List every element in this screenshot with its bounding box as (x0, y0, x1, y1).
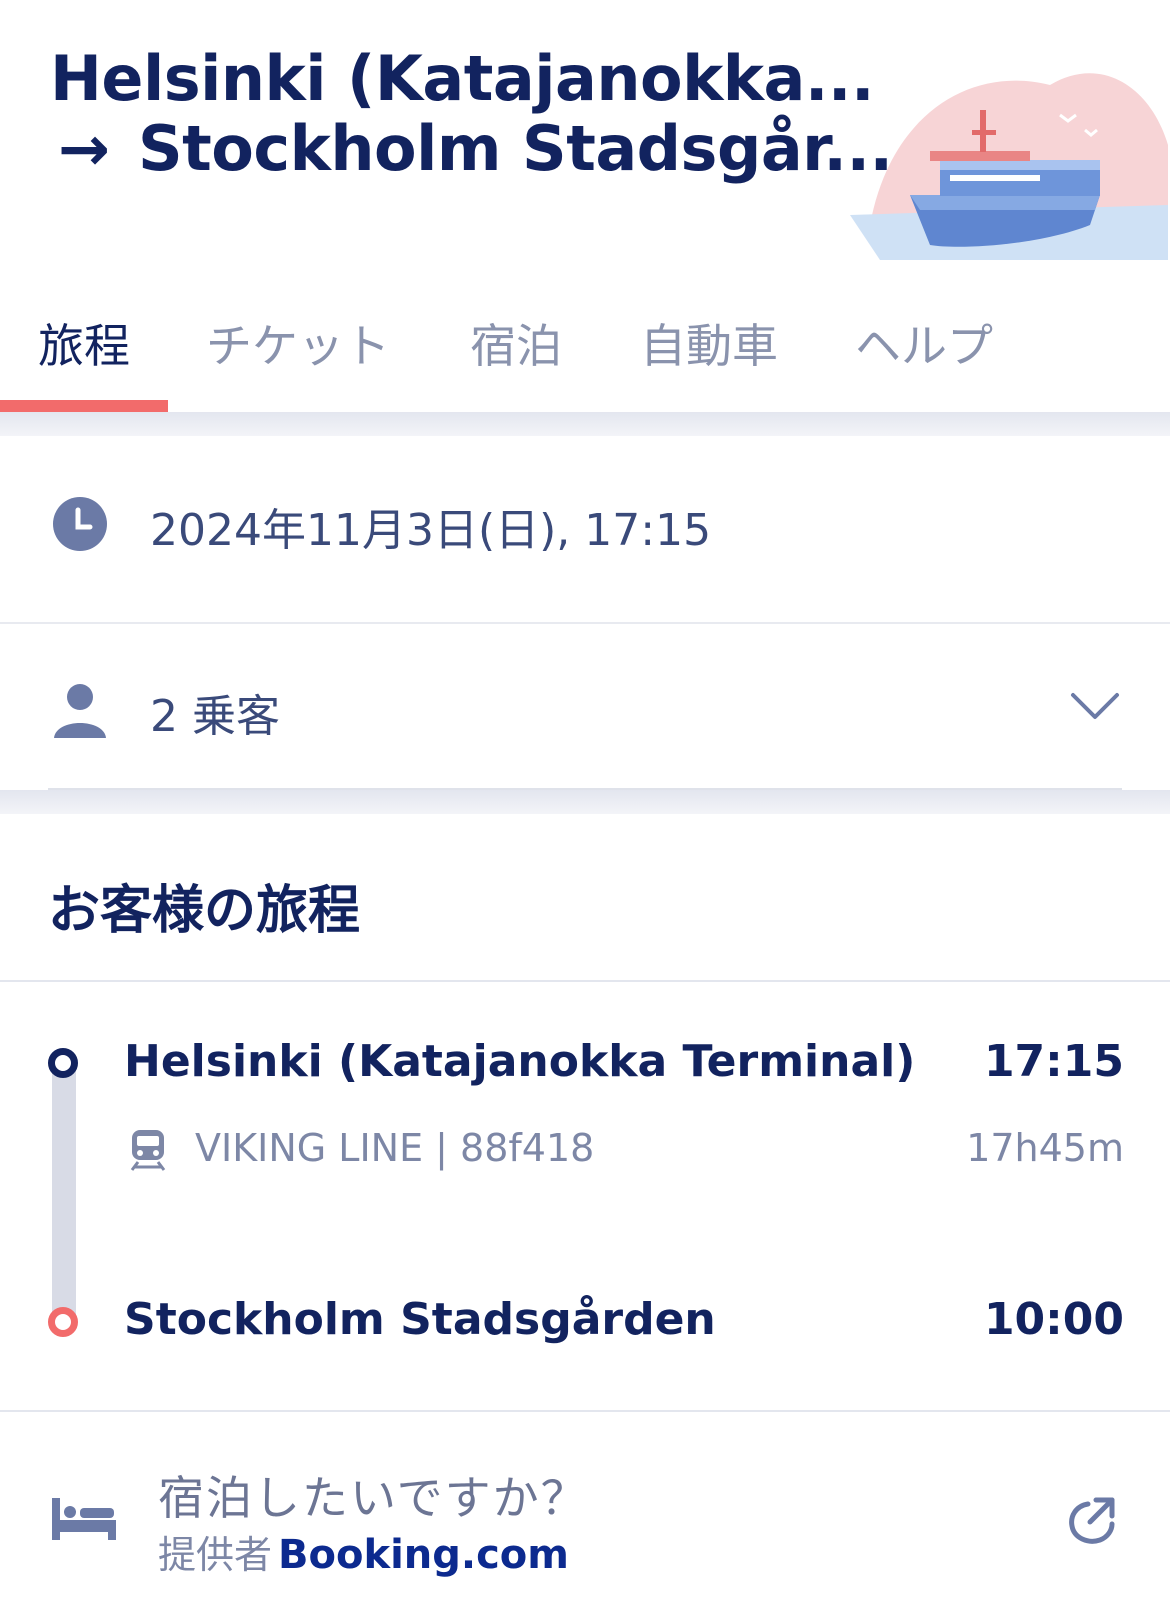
arrow-right-icon: → (58, 112, 110, 185)
arrival-marker-icon (48, 1307, 78, 1337)
booking-brand[interactable]: Booking.com (278, 1532, 569, 1578)
destination-label: Stockholm Stadsgår... (138, 112, 893, 185)
clock-icon (53, 497, 107, 551)
trip-duration: 17h45m (966, 1126, 1124, 1170)
timeline-line (52, 1060, 76, 1320)
external-link-icon[interactable] (1066, 1494, 1118, 1546)
itinerary-title: お客様の旅程 (48, 881, 361, 941)
stay-provider: 提供者 Booking.com (158, 1524, 569, 1579)
ferry-illustration (850, 73, 1168, 260)
route-destination-title: → Stockholm Stadsgår... (58, 112, 893, 185)
chevron-down-icon[interactable] (1070, 690, 1120, 722)
departure-stop-name: Helsinki (Katajanokka Terminal) (124, 1036, 916, 1087)
section-separator (0, 412, 1170, 436)
train-icon (130, 1130, 166, 1171)
section-separator (0, 790, 1170, 814)
departure-marker-icon (48, 1048, 78, 1078)
active-tab-indicator (0, 400, 168, 412)
passenger-count: 2 乗客 (150, 691, 280, 742)
tab-itinerary[interactable]: 旅程 (38, 310, 130, 376)
operator-info: VIKING LINE | 88f418 (195, 1126, 595, 1170)
trip-header: Helsinki (Katajanokka... → Stockholm Stad… (0, 0, 1170, 280)
tab-bar: 旅程 チケット 宿泊 自動車 ヘルプ (0, 280, 1170, 412)
divider (0, 1410, 1170, 1412)
bed-icon (52, 1498, 116, 1540)
departure-datetime: 2024年11月3日(日), 17:15 (150, 505, 712, 556)
tab-help[interactable]: ヘルプ (855, 310, 993, 376)
arrival-time: 10:00 (983, 1294, 1124, 1345)
divider (0, 980, 1170, 982)
tab-tickets[interactable]: チケット (206, 310, 390, 376)
person-icon (54, 684, 106, 738)
tab-stay[interactable]: 宿泊 (470, 310, 562, 376)
stay-question[interactable]: 宿泊したいですか？ (158, 1462, 589, 1528)
tab-car[interactable]: 自動車 (640, 310, 778, 376)
provider-label: 提供者 (158, 1533, 273, 1577)
arrival-stop-name: Stockholm Stadsgården (124, 1294, 716, 1345)
departure-time: 17:15 (983, 1036, 1124, 1087)
route-origin-title: Helsinki (Katajanokka... (50, 42, 875, 115)
